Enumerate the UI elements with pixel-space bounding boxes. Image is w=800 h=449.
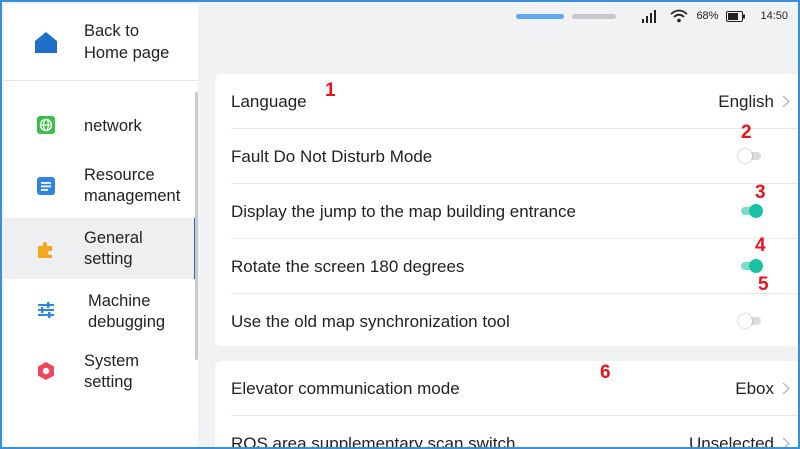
- rotate-screen-toggle[interactable]: [738, 258, 764, 274]
- puzzle-icon: [38, 242, 52, 258]
- chevron-right-icon: [782, 95, 790, 108]
- sidebar-item-system-setting[interactable]: System setting: [4, 342, 194, 402]
- sidebar-item-label: System setting: [84, 351, 139, 393]
- sliders-icon: [38, 302, 54, 318]
- sidebar-item-line2: setting: [84, 373, 133, 391]
- back-label-line2: Home page: [84, 44, 170, 62]
- setting-value: Ebox: [735, 379, 774, 398]
- setting-label: Fault Do Not Disturb Mode: [231, 147, 433, 166]
- chevron-right-icon: [782, 437, 790, 447]
- sidebar-item-line2: management: [84, 187, 181, 205]
- setting-label: ROS area supplementary scan switch: [231, 434, 516, 449]
- toggle-knob: [738, 314, 752, 328]
- battery-percent: 68%: [696, 10, 719, 22]
- annotation-4: 4: [755, 235, 766, 256]
- settings-card-general: Language English Fault Do Not Disturb Mo…: [215, 74, 798, 349]
- map-building-entrance-toggle[interactable]: [738, 203, 764, 219]
- sidebar-item-resource-management[interactable]: Resource management: [4, 156, 194, 216]
- annotation-1: 1: [325, 80, 336, 101]
- setting-row-elevator-communication[interactable]: Elevator communication mode Ebox: [215, 361, 798, 416]
- toggle-knob: [738, 149, 752, 163]
- setting-row-rotate-screen: Rotate the screen 180 degrees: [215, 239, 798, 294]
- old-map-sync-toggle[interactable]: [738, 313, 764, 329]
- status-indicator-pill: [516, 13, 565, 19]
- battery-icon: [726, 10, 746, 22]
- sidebar-item-label: Resource management: [84, 165, 180, 207]
- hexagon-icon: [38, 362, 54, 380]
- status-indicator-pill: [572, 13, 617, 19]
- status-time: 14:50: [760, 10, 788, 22]
- sidebar-item-line1: General: [84, 229, 143, 247]
- sidebar-item-line1: network: [84, 117, 142, 135]
- sidebar-item-line1: Machine: [88, 292, 151, 310]
- sidebar-item-general-setting[interactable]: General setting: [4, 218, 197, 279]
- chevron-right-icon: [782, 382, 790, 395]
- back-label-line1: Back to: [84, 22, 140, 40]
- app-window: Back to Home page network Resource manag…: [0, 0, 800, 449]
- setting-label: Display the jump to the map building ent…: [231, 202, 576, 221]
- back-label: Back to Home page: [84, 20, 169, 64]
- document-icon: [37, 177, 55, 195]
- setting-value: Unselected: [688, 434, 774, 449]
- signal-bars-icon: [642, 10, 657, 23]
- sidebar-item-line2: setting: [84, 250, 133, 268]
- sidebar-item-line2: debugging: [88, 313, 166, 331]
- annotation-5: 5: [758, 274, 769, 295]
- toggle-knob: [749, 204, 763, 218]
- setting-label: Use the old map synchronization tool: [231, 312, 510, 331]
- fault-do-not-disturb-toggle[interactable]: [738, 148, 764, 164]
- setting-value: English: [718, 92, 774, 111]
- back-to-home-button[interactable]: Back to Home page: [4, 4, 198, 79]
- setting-row-language[interactable]: Language English: [215, 74, 798, 129]
- setting-row-fault-do-not-disturb: Fault Do Not Disturb Mode: [215, 129, 798, 184]
- sidebar-item-label: Machine debugging: [88, 291, 165, 333]
- setting-row-ros-area-scan[interactable]: ROS area supplementary scan switch Unsel…: [215, 416, 798, 449]
- setting-row-map-building-entrance: Display the jump to the map building ent…: [215, 184, 798, 239]
- annotation-2: 2: [741, 122, 752, 143]
- sidebar-separator: [4, 80, 198, 81]
- setting-label: Language: [231, 92, 307, 111]
- setting-row-old-map-sync: Use the old map synchronization tool: [215, 294, 798, 349]
- sidebar-item-line1: Resource: [84, 166, 155, 184]
- sidebar: Back to Home page network Resource manag…: [4, 4, 198, 447]
- sidebar-item-line1: System: [84, 352, 140, 370]
- setting-label: Rotate the screen 180 degrees: [231, 257, 465, 276]
- sidebar-item-label: General setting: [84, 228, 143, 270]
- setting-label: Elevator communication mode: [231, 379, 460, 398]
- annotation-3: 3: [755, 182, 766, 203]
- sidebar-scrollbar[interactable]: [195, 92, 198, 360]
- sidebar-item-network[interactable]: network: [4, 96, 194, 156]
- settings-card-elevator: Elevator communication mode Ebox ROS are…: [215, 361, 798, 449]
- wifi-icon: [670, 9, 689, 23]
- annotation-6: 6: [600, 362, 611, 383]
- toggle-knob: [749, 259, 763, 273]
- sidebar-item-label: network: [84, 116, 142, 137]
- sidebar-item-machine-debugging[interactable]: Machine debugging: [4, 280, 194, 340]
- home-icon: [35, 32, 57, 53]
- status-bar: 68% 14:50: [516, 8, 788, 24]
- globe-icon: [37, 116, 55, 134]
